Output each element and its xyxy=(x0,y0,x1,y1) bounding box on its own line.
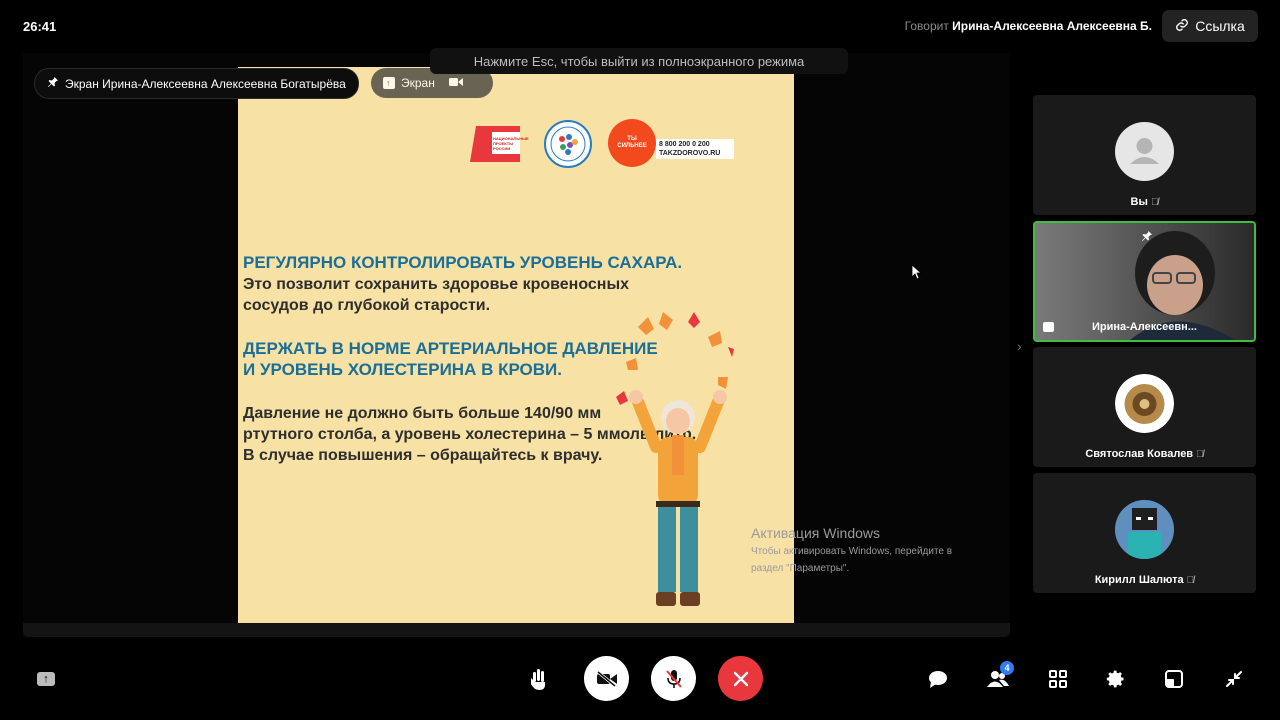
participant-tile-self[interactable]: Вы 🎙̸ xyxy=(1033,95,1256,215)
participant-tile[interactable]: Кирилл Шалюта 🎙̸ xyxy=(1033,473,1256,593)
participant-name-row: Кирилл Шалюта 🎙̸ xyxy=(1033,574,1256,586)
chat-button[interactable] xyxy=(924,665,952,693)
slide-heading-2-line-2: И УРОВЕНЬ ХОЛЕСТЕРИНА В КРОВИ. xyxy=(243,360,562,379)
speaking-name: Ирина-Алексеевна Алексеевна Б. xyxy=(952,19,1152,33)
speaking-indicator: Говорит Ирина-Алексеевна Алексеевна Б. xyxy=(905,19,1152,33)
national-projects-logo: НАЦИОНАЛЬНЫЕ ПРОЕКТЫ РОССИИ xyxy=(470,122,529,166)
link-button-label: Ссылка xyxy=(1195,18,1245,34)
gear-icon xyxy=(1106,670,1124,688)
mic-muted-icon: 🎙̸ xyxy=(1150,197,1159,208)
windows-activation-watermark: Активация Windows Чтобы активировать Win… xyxy=(751,525,952,575)
pin-icon xyxy=(47,76,59,91)
avatar xyxy=(1115,500,1174,559)
avatar xyxy=(1115,122,1174,181)
screen-share-owner: Экран Ирина-Алексеевна Алексеевна Богаты… xyxy=(65,76,346,91)
fullscreen-exit-hint: Нажмите Esc, чтобы выйти из полноэкранно… xyxy=(430,48,848,74)
participant-name: Вы xyxy=(1130,196,1148,208)
raise-hand-button[interactable] xyxy=(525,665,553,693)
windows-activation-line-1: Чтобы активировать Windows, перейдите в xyxy=(751,546,953,557)
slide-heading-1: РЕГУЛЯРНО КОНТРОЛИРОВАТЬ УРОВЕНЬ САХАРА. xyxy=(243,253,683,272)
participant-name-row: Святослав Ковалев 🎙̸ xyxy=(1033,448,1256,460)
stage-scrollbar[interactable] xyxy=(23,623,1010,637)
camera-off-icon xyxy=(596,670,617,687)
hand-icon xyxy=(531,669,545,690)
participant-name-row: Вы 🎙̸ xyxy=(1033,196,1256,208)
ty-silnee-logo: ТЫ СИЛЬНЕЕ xyxy=(608,119,656,167)
screen-chip-label: Экран xyxy=(401,76,435,90)
share-screen-icon: ↑ xyxy=(37,672,55,686)
layout-toggle-button[interactable] xyxy=(1160,665,1188,693)
slide-text-1-line-2: сосудов до глубокой старости. xyxy=(243,297,491,314)
screen-share-label[interactable]: Экран Ирина-Алексеевна Алексеевна Богаты… xyxy=(34,68,359,99)
settings-button[interactable] xyxy=(1102,665,1130,693)
ty-silnee-text: ТЫ СИЛЬНЕЕ xyxy=(617,136,647,149)
slide-text-2-line-3: В случае повышения – обращайтесь к врачу… xyxy=(243,447,603,464)
mouse-cursor-icon xyxy=(911,264,923,285)
chat-icon xyxy=(929,671,947,688)
collapse-icon xyxy=(1226,671,1242,687)
woman-illustration xyxy=(608,307,748,612)
camera-toggle-button[interactable] xyxy=(584,656,629,701)
participant-name: Кирилл Шалюта xyxy=(1094,574,1184,586)
participant-tile[interactable]: Святослав Ковалев 🎙̸ xyxy=(1033,347,1256,467)
slide-text-1-line-1: Это позволит сохранить здоровье кровенос… xyxy=(243,276,630,293)
windows-activation-line-2: раздел "Параметры". xyxy=(751,563,850,574)
ministry-logo xyxy=(544,120,592,168)
avatar xyxy=(1115,374,1174,433)
participants-button[interactable]: 4 xyxy=(984,661,1014,693)
speaking-prefix: Говорит xyxy=(904,19,949,33)
video-icon xyxy=(448,76,463,90)
participant-tile-speaker[interactable]: Ирина-Алексеевн... xyxy=(1033,221,1256,342)
mic-muted-icon: 🎙̸ xyxy=(1186,575,1195,586)
mic-off-icon xyxy=(665,669,682,688)
participant-name: Святослав Ковалев xyxy=(1085,448,1194,460)
hotline-phone: 8 800 200 0 200 xyxy=(659,141,710,148)
hotline-box: 8 800 200 0 200 TAKZDOROVO.RU xyxy=(656,139,734,159)
pin-icon[interactable] xyxy=(1141,229,1153,247)
slide-heading-2-line-1: ДЕРЖАТЬ В НОРМЕ АРТЕРИАЛЬНОЕ ДАВЛЕНИЕ xyxy=(243,339,658,358)
national-projects-logo-text: НАЦИОНАЛЬНЫЕ ПРОЕКТЫ РОССИИ xyxy=(493,136,529,151)
hotline-site: TAKZDOROVO.RU xyxy=(659,150,721,157)
windows-activation-title: Активация Windows xyxy=(751,525,881,541)
layout-icon xyxy=(1165,670,1183,688)
close-icon xyxy=(733,671,748,686)
grid-icon xyxy=(1049,670,1067,688)
call-timer: 26:41 xyxy=(23,19,57,34)
slide-text-2-line-1: Давление не должно быть больше 140/90 мм xyxy=(243,405,602,422)
participant-name: Ирина-Алексеевн... xyxy=(1091,321,1197,333)
chevron-right-icon[interactable]: › xyxy=(1017,338,1022,354)
participants-count-badge: 4 xyxy=(1000,661,1014,675)
shared-slide: НАЦИОНАЛЬНЫЕ ПРОЕКТЫ РОССИИ ТЫ СИЛЬНЕЕ 8… xyxy=(238,67,794,623)
screen-share-icon: ↑ xyxy=(383,77,395,89)
mic-toggle-button[interactable] xyxy=(651,656,696,701)
exit-fullscreen-button[interactable] xyxy=(1220,665,1248,693)
hang-up-button[interactable] xyxy=(718,656,763,701)
share-screen-button[interactable]: ↑ xyxy=(32,665,60,693)
copy-link-button[interactable]: Ссылка xyxy=(1162,10,1258,42)
grid-layout-button[interactable] xyxy=(1044,665,1072,693)
mic-muted-icon: 🎙̸ xyxy=(1196,449,1204,460)
link-icon xyxy=(1175,18,1189,35)
